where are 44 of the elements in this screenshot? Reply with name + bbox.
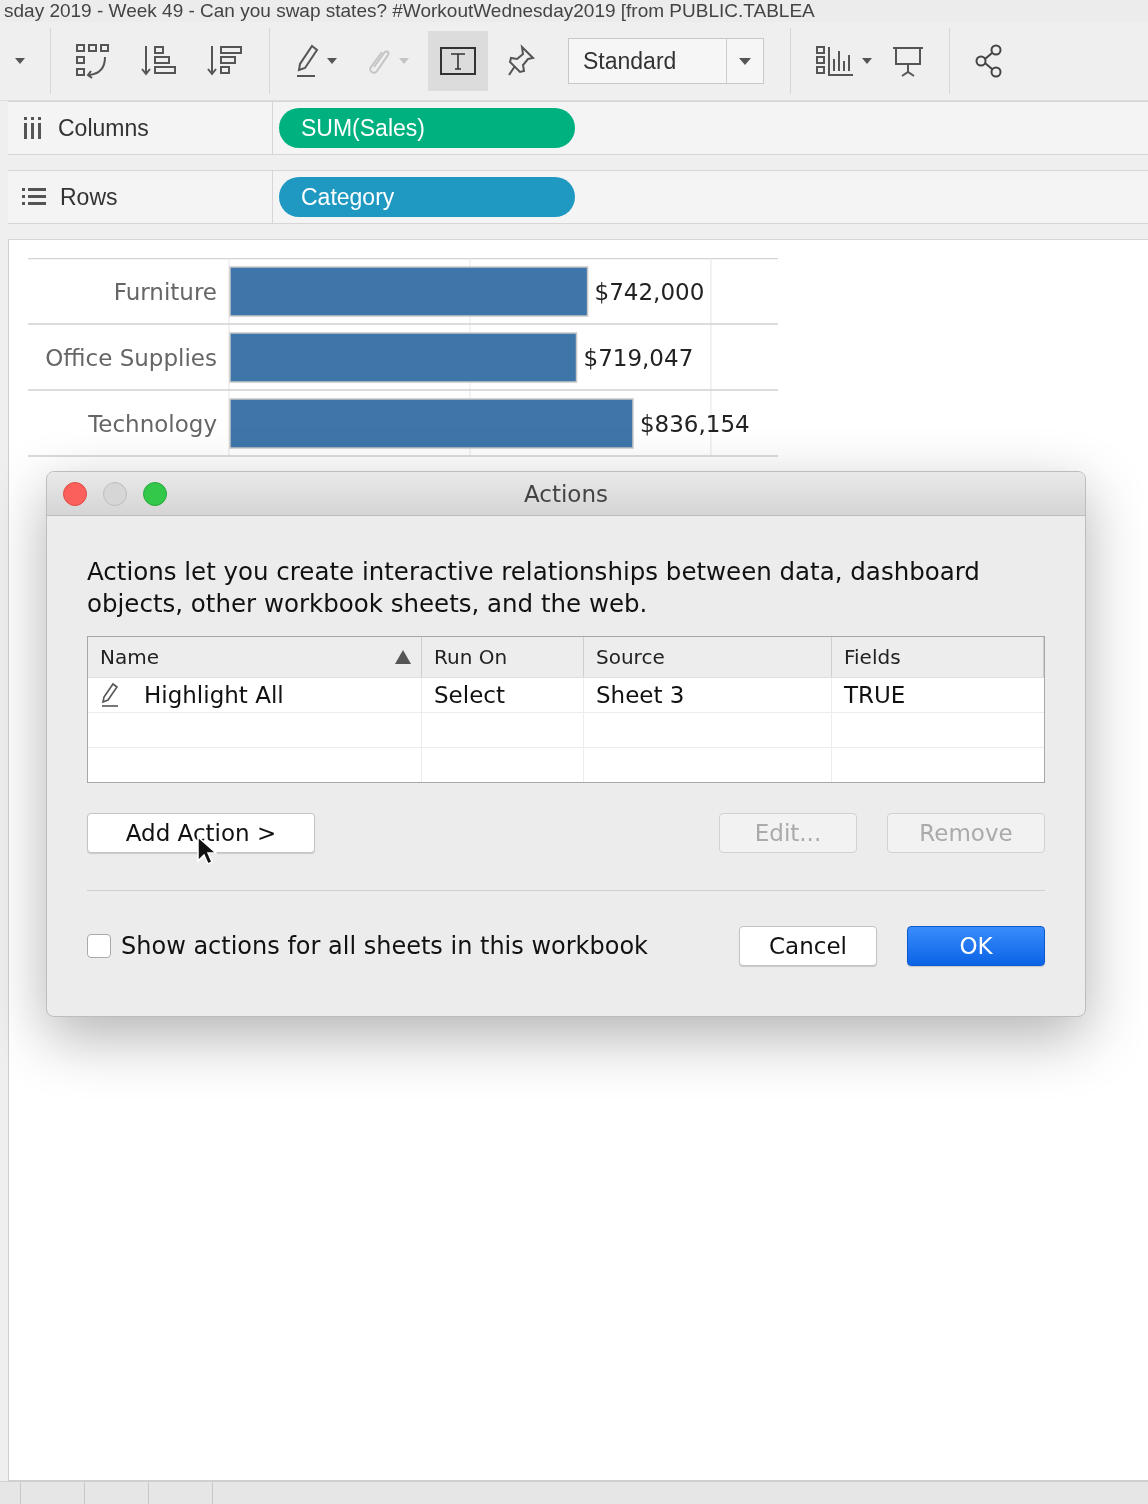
checkbox[interactable] bbox=[87, 934, 111, 958]
caret-icon bbox=[738, 56, 752, 66]
text-icon bbox=[440, 46, 476, 76]
column-header[interactable]: Run On bbox=[434, 645, 508, 669]
bar[interactable] bbox=[229, 398, 634, 449]
column-header[interactable]: Fields bbox=[844, 645, 901, 669]
value-label: $742,000 bbox=[594, 279, 705, 305]
column-header[interactable]: Source bbox=[596, 645, 665, 669]
caret-icon[interactable] bbox=[326, 57, 338, 65]
value-label: $836,154 bbox=[639, 411, 750, 437]
pin-icon[interactable] bbox=[506, 44, 536, 78]
presentation-icon[interactable] bbox=[891, 44, 925, 78]
sort-arrow-icon[interactable] bbox=[395, 650, 411, 664]
shelf-label: Columns bbox=[58, 114, 149, 142]
fit-dropdown[interactable]: Standard bbox=[568, 38, 764, 84]
category-label: Technology bbox=[88, 411, 217, 437]
highlighter-icon[interactable] bbox=[294, 43, 320, 79]
description-text: Actions let you create interactive relationships between data, dashboard objects, other workbook sheets, and the web. bbox=[87, 556, 981, 620]
rows-icon bbox=[22, 187, 46, 207]
shelf-label: Rows bbox=[60, 183, 118, 211]
category-label: Furniture bbox=[113, 279, 217, 305]
table-row[interactable]: Highlight All Select Sheet 3 TRUE bbox=[88, 678, 1044, 713]
table-cell: Sheet 3 bbox=[596, 682, 685, 708]
caret-icon[interactable] bbox=[861, 57, 873, 65]
highlighter-icon bbox=[100, 682, 120, 708]
checkbox-label[interactable]: Show actions for all sheets in this workbook bbox=[121, 932, 648, 960]
bar-chart-icon[interactable] bbox=[815, 45, 855, 77]
columns-icon bbox=[22, 117, 44, 139]
show-labels-button[interactable] bbox=[428, 31, 488, 91]
column-header[interactable]: Name bbox=[100, 645, 159, 669]
table-cell: Highlight All bbox=[144, 682, 284, 708]
dialog-title: Actions bbox=[524, 480, 608, 507]
dialog-button[interactable]: Cancel bbox=[739, 926, 877, 966]
table-cell: TRUE bbox=[844, 682, 906, 708]
table-cell: Select bbox=[434, 682, 505, 708]
window-controls-icon[interactable] bbox=[62, 481, 168, 507]
dialog-button[interactable]: OK bbox=[907, 926, 1045, 966]
dialog-button[interactable]: Add Action > bbox=[87, 813, 315, 853]
value-label: $719,047 bbox=[583, 345, 694, 371]
bar[interactable] bbox=[229, 332, 578, 383]
category-label: Office Supplies bbox=[45, 345, 217, 371]
window-title: sday 2019 - Week 49 - Can you swap states? #WorkoutWednesday2019 [from PUBLIC.TABLEA bbox=[4, 0, 815, 22]
bar[interactable] bbox=[229, 266, 589, 317]
caret-icon[interactable] bbox=[14, 57, 26, 65]
